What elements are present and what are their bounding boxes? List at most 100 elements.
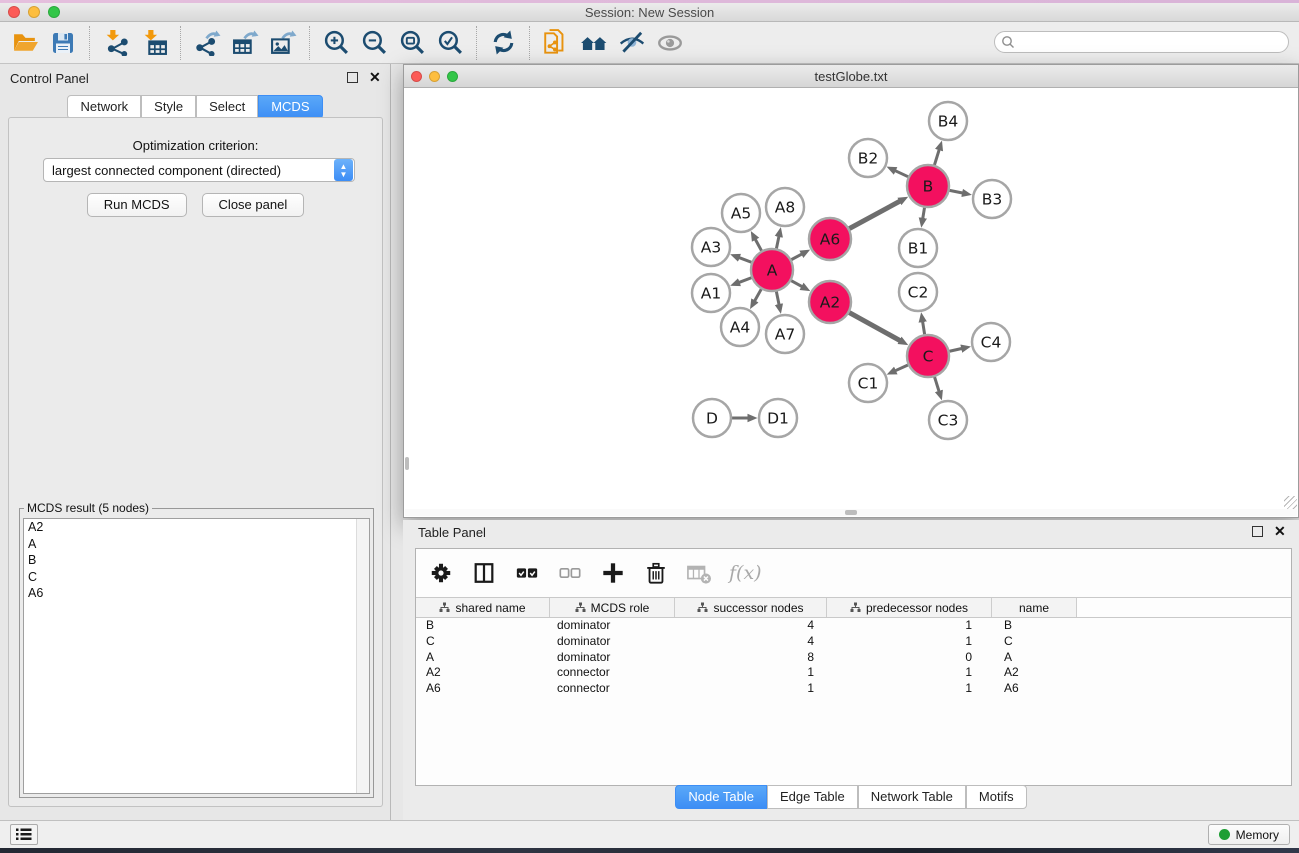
mcds-result-item[interactable]: A	[24, 536, 369, 553]
network-canvas[interactable]: A A2 A6 B C A1 A3 A4 A5 A7 A8 B1 B2 B3 B4 C1 C2 C3 C4 D D1	[405, 89, 1297, 509]
node-A[interactable]: A	[751, 249, 793, 291]
edge-C-C2[interactable]	[923, 322, 925, 335]
run-mcds-button[interactable]: Run MCDS	[87, 193, 187, 217]
node-C3[interactable]: C3	[929, 401, 967, 439]
import-table-button[interactable]	[135, 25, 173, 61]
select-all-button[interactable]	[512, 558, 542, 588]
table-row[interactable]: Cdominator41C	[416, 634, 1291, 650]
node-B2[interactable]: B2	[849, 139, 887, 177]
node-C4[interactable]: C4	[972, 323, 1010, 361]
node-A4[interactable]: A4	[721, 308, 759, 346]
node-A8[interactable]: A8	[766, 188, 804, 226]
table-float-icon[interactable]	[1252, 526, 1263, 537]
table-close-icon[interactable]: ✕	[1274, 526, 1285, 537]
column-header-predecessor-nodes[interactable]: predecessor nodes	[827, 598, 992, 617]
close-panel-icon[interactable]: ✕	[369, 72, 380, 83]
show-details-button[interactable]	[651, 25, 689, 61]
optimization-select[interactable]: largest connected component (directed) ▲…	[43, 158, 355, 182]
network-from-file-button[interactable]	[537, 25, 575, 61]
node-A2[interactable]: A2	[809, 281, 851, 323]
delete-table-button[interactable]	[684, 558, 714, 588]
open-session-button[interactable]	[6, 25, 44, 61]
mcds-result-list[interactable]: A2ABCA6	[23, 518, 370, 794]
close-panel-button[interactable]: Close panel	[202, 193, 305, 217]
tab-network-table[interactable]: Network Table	[858, 785, 966, 809]
edge-A-A8[interactable]	[776, 236, 778, 248]
node-C[interactable]: C	[907, 335, 949, 377]
delete-column-button[interactable]	[641, 558, 671, 588]
edge-A-A4[interactable]	[755, 289, 762, 301]
table-row[interactable]: Bdominator41B	[416, 618, 1291, 634]
node-C2[interactable]: C2	[899, 273, 937, 311]
edge-A-A6[interactable]	[791, 254, 801, 260]
search-input[interactable]	[1015, 35, 1288, 49]
tab-node-table[interactable]: Node Table	[675, 785, 767, 809]
tab-style[interactable]: Style	[141, 95, 196, 119]
tab-network[interactable]: Network	[67, 95, 141, 119]
show-columns-button[interactable]	[469, 558, 499, 588]
window-resize-grip[interactable]	[1284, 496, 1297, 509]
column-header-shared-name[interactable]: shared name	[416, 598, 550, 617]
mcds-list-scrollbar[interactable]	[356, 519, 369, 793]
network-vertical-scrollbar[interactable]	[405, 457, 409, 470]
export-table-button[interactable]	[226, 25, 264, 61]
zoom-out-button[interactable]	[355, 25, 393, 61]
mcds-result-item[interactable]: C	[24, 569, 369, 586]
tab-select[interactable]: Select	[196, 95, 258, 119]
edge-A-A7[interactable]	[776, 292, 779, 305]
edge-B-B3[interactable]	[950, 190, 963, 193]
table-row[interactable]: A2connector11A2	[416, 665, 1291, 681]
node-B4[interactable]: B4	[929, 102, 967, 140]
refresh-button[interactable]	[484, 25, 522, 61]
column-header-mcds-role[interactable]: MCDS role	[550, 598, 675, 617]
edge-B-B4[interactable]	[934, 150, 939, 165]
node-A1[interactable]: A1	[692, 274, 730, 312]
mcds-result-item[interactable]: B	[24, 552, 369, 569]
node-B[interactable]: B	[907, 165, 949, 207]
function-builder-button[interactable]: f(x)	[729, 562, 762, 584]
node-A5[interactable]: A5	[722, 194, 760, 232]
edge-C-C4[interactable]	[949, 349, 961, 352]
node-D1[interactable]: D1	[759, 399, 797, 437]
edge-A2-C[interactable]	[849, 313, 900, 341]
task-history-button[interactable]	[10, 824, 38, 845]
memory-button[interactable]: Memory	[1208, 824, 1290, 845]
column-header-successor-nodes[interactable]: successor nodes	[675, 598, 827, 617]
zoom-in-button[interactable]	[317, 25, 355, 61]
save-session-button[interactable]	[44, 25, 82, 61]
edge-A-A3[interactable]	[739, 258, 751, 263]
node-A6[interactable]: A6	[809, 218, 851, 260]
node-D[interactable]: D	[693, 399, 731, 437]
edge-B-B1[interactable]	[923, 208, 925, 219]
table-row[interactable]: Adominator80A	[416, 650, 1291, 666]
zoom-fit-button[interactable]	[393, 25, 431, 61]
mcds-result-item[interactable]: A6	[24, 585, 369, 602]
table-settings-button[interactable]	[426, 558, 456, 588]
node-A7[interactable]: A7	[766, 315, 804, 353]
export-network-button[interactable]	[188, 25, 226, 61]
mcds-result-item[interactable]: A2	[24, 519, 369, 536]
node-B3[interactable]: B3	[973, 180, 1011, 218]
edge-A6-B[interactable]	[849, 201, 900, 228]
zoom-selected-button[interactable]	[431, 25, 469, 61]
table-row[interactable]: A6connector11A6	[416, 681, 1291, 697]
unselect-all-button[interactable]	[555, 558, 585, 588]
edge-C-C3[interactable]	[935, 377, 939, 391]
tab-motifs[interactable]: Motifs	[966, 785, 1027, 809]
hide-details-button[interactable]	[613, 25, 651, 61]
add-column-button[interactable]	[598, 558, 628, 588]
tab-mcds[interactable]: MCDS	[258, 95, 322, 119]
home-layout-button[interactable]	[575, 25, 613, 61]
node-B1[interactable]: B1	[899, 229, 937, 267]
search-field[interactable]	[994, 31, 1289, 53]
network-horizontal-scrollbar[interactable]	[405, 509, 1297, 516]
edge-B-B2[interactable]	[895, 171, 908, 177]
node-C1[interactable]: C1	[849, 364, 887, 402]
node-A3[interactable]: A3	[692, 228, 730, 266]
column-header-name[interactable]: name	[992, 598, 1077, 617]
edge-A-A1[interactable]	[739, 278, 751, 283]
export-image-button[interactable]	[264, 25, 302, 61]
edge-A-A5[interactable]	[755, 239, 761, 250]
float-panel-icon[interactable]	[347, 72, 358, 83]
edge-A-A2[interactable]	[791, 281, 802, 287]
